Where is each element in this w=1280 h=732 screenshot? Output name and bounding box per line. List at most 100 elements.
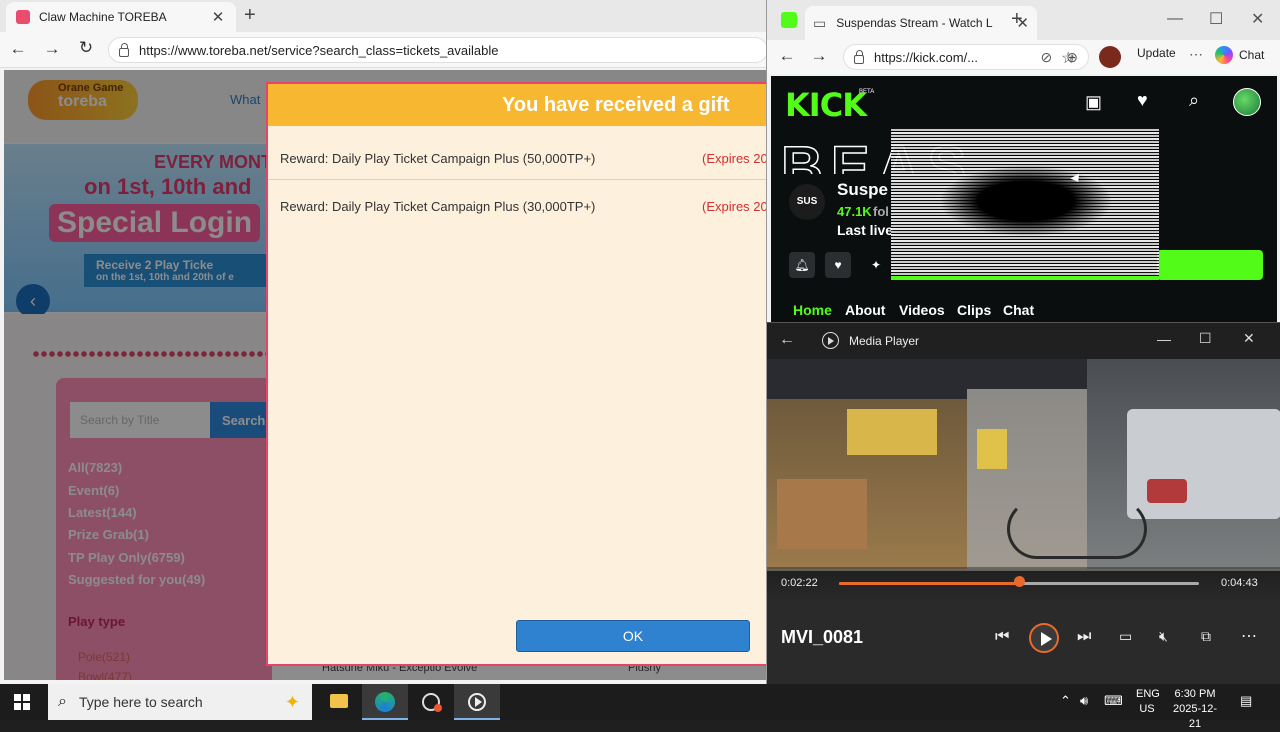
gift-dialog: You have received a gift Reward: Daily P… bbox=[266, 82, 778, 666]
clock[interactable]: 6:30 PM 2025-12-21 bbox=[1168, 687, 1222, 732]
minimize-icon[interactable]: — bbox=[1167, 10, 1183, 28]
tab-toreba[interactable]: Claw Machine TOREBA ✕ bbox=[6, 2, 236, 32]
tracking-prevention-icon[interactable]: ⊘ bbox=[1041, 49, 1053, 66]
maximize-icon[interactable]: ☐ bbox=[1209, 9, 1223, 29]
notifications-icon[interactable]: ▤ bbox=[1240, 693, 1252, 709]
search-icon: ⌕ bbox=[58, 693, 67, 710]
current-time: 0:02:22 bbox=[781, 577, 818, 589]
play-type-pole[interactable]: Pole(521) bbox=[78, 650, 130, 664]
back-arrow-icon[interactable]: ← bbox=[779, 331, 795, 349]
favorite-star-icon[interactable]: ☆ bbox=[1061, 48, 1075, 68]
search-button[interactable]: Search bbox=[210, 402, 270, 438]
total-time: 0:04:43 bbox=[1221, 577, 1258, 589]
toreba-favicon-icon bbox=[16, 10, 30, 24]
maximize-icon[interactable]: ☐ bbox=[1199, 330, 1212, 347]
category-tp-play-only[interactable]: TP Play Only(6759) bbox=[68, 550, 185, 565]
taskbar-search-input[interactable]: ⌕ Type here to search ✦ bbox=[48, 684, 312, 720]
tab-kick[interactable]: ▭ Suspendas Stream - Watch L ✕ bbox=[805, 6, 1037, 40]
url-text: https://kick.com/... bbox=[874, 49, 979, 65]
media-player-taskbar-icon[interactable] bbox=[454, 684, 500, 720]
favorite-heart-icon[interactable]: ♥ bbox=[825, 252, 851, 278]
keyboard-icon[interactable]: ⌨ bbox=[1104, 693, 1123, 709]
reward-name: Reward: Daily Play Ticket Campaign Plus … bbox=[280, 199, 596, 214]
follow-button[interactable] bbox=[1157, 250, 1263, 280]
reward-name: Reward: Daily Play Ticket Campaign Plus … bbox=[280, 151, 596, 166]
banner-dates: on 1st, 10th and bbox=[84, 174, 252, 199]
category-suggested[interactable]: Suggested for you(49) bbox=[68, 572, 205, 587]
kick-tab-about[interactable]: About bbox=[845, 302, 885, 318]
forward-arrow-icon[interactable]: → bbox=[40, 39, 64, 59]
search-icon[interactable]: ⌕ bbox=[1189, 90, 1199, 111]
banner-prev-arrow-icon[interactable]: ‹ bbox=[16, 284, 50, 318]
tab-actions-icon[interactable]: ▭ bbox=[813, 15, 826, 32]
back-arrow-icon[interactable]: ← bbox=[775, 46, 799, 66]
profile-avatar[interactable] bbox=[1099, 46, 1121, 68]
miniplayer-icon[interactable]: ⧉ bbox=[1201, 628, 1211, 645]
ok-button[interactable]: OK bbox=[516, 620, 750, 652]
dotted-divider bbox=[32, 350, 272, 358]
media-player-window: ← Media Player — ☐ ✕ 0:02:22 0:04:43 MVI… bbox=[766, 322, 1280, 684]
kick-tab-clips[interactable]: Clips bbox=[957, 302, 991, 318]
play-type-bowl[interactable]: Bowl(477) bbox=[78, 670, 132, 680]
heart-icon[interactable]: ♥ bbox=[1137, 90, 1148, 111]
chat-label: Chat bbox=[1239, 48, 1265, 62]
edge-browser-icon[interactable] bbox=[362, 684, 408, 720]
previous-track-icon[interactable]: ⏮︎ bbox=[995, 628, 1009, 646]
last-live-label: Last live bbox=[837, 222, 894, 238]
channel-avatar[interactable]: SUS bbox=[789, 184, 825, 220]
new-tab-icon[interactable]: + bbox=[1011, 8, 1023, 31]
file-explorer-icon[interactable] bbox=[316, 684, 362, 720]
clock-date: 2025-12-21 bbox=[1172, 703, 1218, 730]
windows-start-icon[interactable] bbox=[14, 694, 30, 710]
category-all[interactable]: All(7823) bbox=[68, 460, 122, 475]
close-window-icon[interactable]: ✕ bbox=[1251, 9, 1264, 29]
kick-tab-videos[interactable]: Videos bbox=[899, 302, 945, 318]
input-language[interactable]: ENG US bbox=[1136, 687, 1160, 717]
category-prize-grab[interactable]: Prize Grab(1) bbox=[68, 527, 149, 542]
address-bar-row-right: ← → https://kick.com/... ⊘ ⊕ ☆ Update ⋯ … bbox=[767, 40, 1280, 74]
tab-title: Claw Machine TOREBA bbox=[39, 10, 167, 24]
screen-recorder-icon[interactable] bbox=[408, 684, 454, 720]
logo-text: Orane Game toreba bbox=[58, 82, 123, 110]
region-code: US bbox=[1139, 703, 1155, 715]
reward-row: Reward: Daily Play Ticket Campaign Plus … bbox=[268, 134, 778, 180]
show-hidden-icons-icon[interactable]: ⌃ bbox=[1060, 693, 1071, 709]
more-menu-icon[interactable]: ⋯ bbox=[1189, 46, 1203, 63]
following-icon[interactable]: ▣ bbox=[1085, 92, 1102, 113]
new-tab-icon[interactable]: + bbox=[244, 4, 256, 27]
video-shop-sign bbox=[847, 409, 937, 455]
next-track-icon[interactable]: ⏭︎ bbox=[1077, 628, 1091, 646]
taskbar-search-placeholder: Type here to search bbox=[78, 694, 203, 710]
category-latest[interactable]: Latest(144) bbox=[68, 505, 137, 520]
seek-bar-handle[interactable] bbox=[1014, 576, 1025, 587]
kick-tab-home[interactable]: Home bbox=[793, 302, 832, 318]
sparkle-icon[interactable]: ✦ bbox=[863, 252, 889, 278]
refresh-icon[interactable]: ↻ bbox=[74, 38, 98, 58]
minimize-icon[interactable]: — bbox=[1157, 331, 1171, 347]
close-tab-icon[interactable]: ✕ bbox=[210, 8, 226, 26]
copilot-chat-button[interactable]: Chat bbox=[1215, 46, 1264, 64]
more-options-icon[interactable]: ⋯ bbox=[1241, 626, 1257, 646]
category-event[interactable]: Event(6) bbox=[68, 483, 119, 498]
forward-arrow-icon[interactable]: → bbox=[807, 46, 831, 66]
back-arrow-icon[interactable]: ← bbox=[6, 39, 30, 59]
mute-volume-icon[interactable]: 🔇︎ bbox=[1159, 628, 1168, 645]
user-avatar[interactable] bbox=[1233, 88, 1261, 116]
kick-logo[interactable]: KICK bbox=[785, 86, 867, 124]
subtitles-icon[interactable]: ▭ bbox=[1119, 628, 1132, 645]
tab-title: Suspendas Stream - Watch L bbox=[836, 16, 993, 30]
play-button[interactable] bbox=[1029, 623, 1059, 653]
update-button[interactable]: Update bbox=[1137, 46, 1176, 68]
url-input[interactable]: https://www.toreba.net/service?search_cl… bbox=[108, 37, 766, 63]
video-frame[interactable] bbox=[767, 359, 1280, 571]
address-bar-row: ← → ↻ https://www.toreba.net/service?sea… bbox=[0, 32, 766, 68]
video-red-car bbox=[1147, 479, 1187, 503]
speaker-icon[interactable]: 🔊︎ bbox=[1080, 693, 1088, 709]
url-input[interactable]: https://kick.com/... ⊘ ⊕ bbox=[843, 44, 1089, 70]
search-title-input[interactable]: Search by Title bbox=[70, 402, 210, 438]
close-window-icon[interactable]: ✕ bbox=[1243, 330, 1255, 347]
nav-link-whats[interactable]: What bbox=[230, 92, 260, 107]
kick-tab-chat[interactable]: Chat bbox=[1003, 302, 1034, 318]
video-shop-counter bbox=[777, 479, 867, 549]
notify-bell-icon[interactable]: 🔔︎ bbox=[789, 252, 815, 278]
